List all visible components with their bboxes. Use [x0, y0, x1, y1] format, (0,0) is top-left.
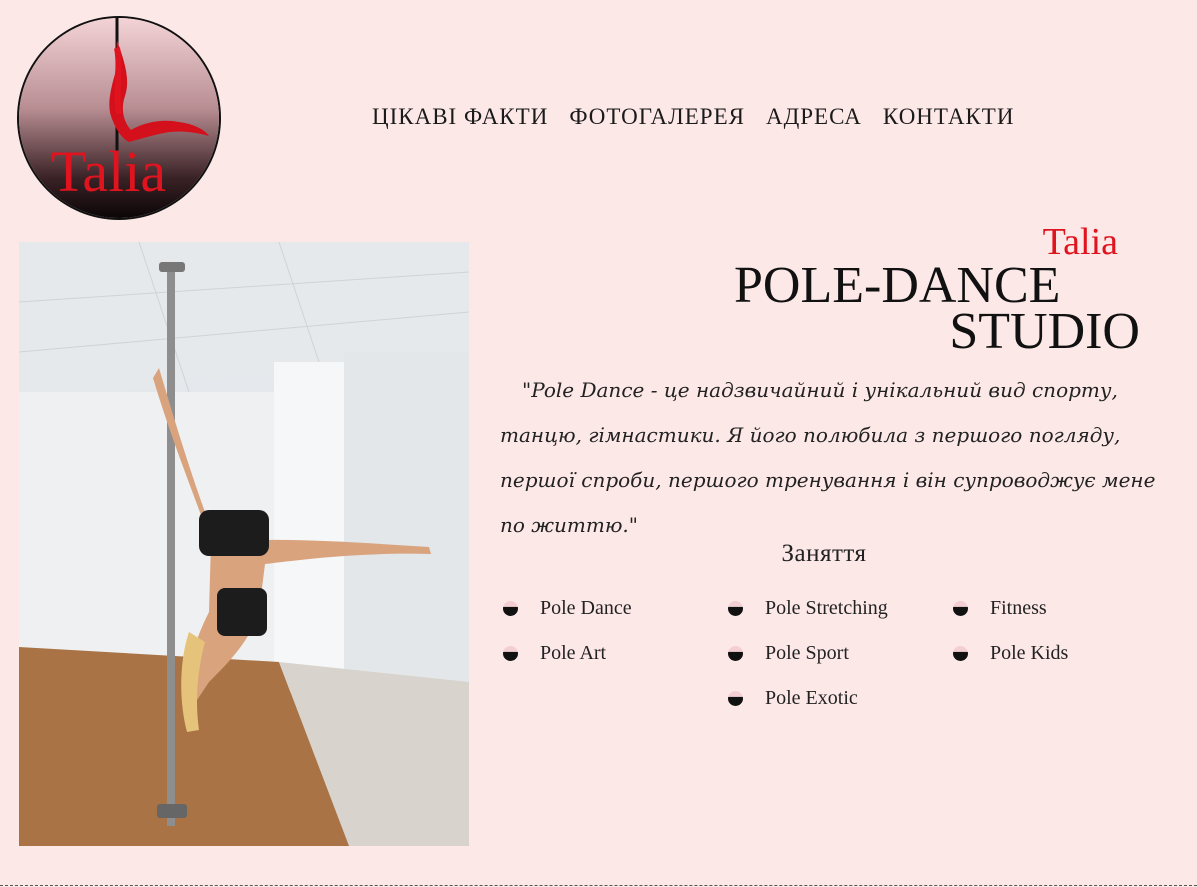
- class-label: Pole Exotic: [765, 686, 858, 709]
- title-line-2: STUDIO: [949, 303, 1140, 360]
- logo-text: Talia: [51, 139, 167, 204]
- bullet-icon: [728, 690, 743, 706]
- class-spacer: [503, 686, 728, 710]
- main-nav: ЦІКАВІ ФАКТИ ФОТОГАЛЕРЕЯ АДРЕСА КОНТАКТИ: [372, 104, 1014, 130]
- logo[interactable]: Talia: [19, 18, 219, 218]
- class-spacer: [953, 686, 1178, 710]
- class-label: Pole Sport: [765, 641, 849, 664]
- nav-item-facts[interactable]: ЦІКАВІ ФАКТИ: [372, 104, 548, 130]
- hero-photo: [19, 242, 469, 846]
- class-label: Pole Dance: [540, 596, 632, 619]
- class-label: Pole Kids: [990, 641, 1069, 664]
- bullet-icon: [953, 600, 968, 616]
- class-item: Fitness: [953, 596, 1178, 620]
- bullet-icon: [728, 645, 743, 661]
- classes-heading: Заняття: [781, 540, 867, 567]
- class-item: Pole Sport: [728, 641, 953, 665]
- class-label: Fitness: [990, 596, 1047, 619]
- class-label: Pole Art: [540, 641, 607, 664]
- nav-item-address[interactable]: АДРЕСА: [766, 104, 862, 130]
- nav-item-gallery[interactable]: ФОТОГАЛЕРЕЯ: [569, 104, 745, 130]
- studio-title: Talia POLE-DANCE STUDIO: [720, 220, 1160, 360]
- bullet-icon: [503, 645, 518, 661]
- class-item: Pole Dance: [503, 596, 728, 620]
- studio-quote: "Pole Dance - це надзвичайний і унікальн…: [500, 378, 1156, 537]
- nav-item-contacts[interactable]: КОНТАКТИ: [883, 104, 1015, 130]
- bullet-icon: [503, 600, 518, 616]
- class-item: Pole Stretching: [728, 596, 953, 620]
- class-item: Pole Kids: [953, 641, 1178, 665]
- bullet-icon: [953, 645, 968, 661]
- bullet-icon: [728, 600, 743, 616]
- class-label: Pole Stretching: [765, 596, 888, 619]
- class-item: Pole Art: [503, 641, 728, 665]
- classes-list: Pole Dance Pole Stretching Fitness Pole …: [503, 596, 1183, 710]
- class-item: Pole Exotic: [728, 686, 953, 710]
